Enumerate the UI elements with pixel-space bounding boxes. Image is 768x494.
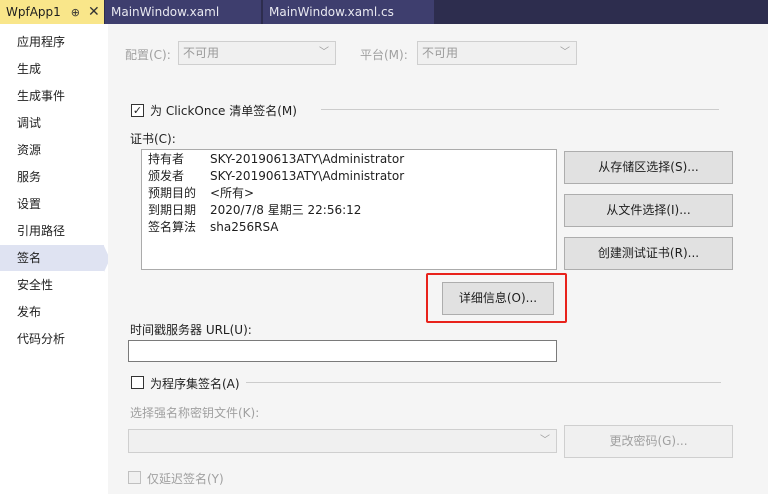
- chevron-down-icon: ﹀: [560, 47, 570, 58]
- sidebar-item-build-events[interactable]: 生成事件: [0, 83, 104, 109]
- chevron-down-icon: ﹀: [319, 47, 329, 58]
- sidebar-item-settings[interactable]: 设置: [0, 191, 104, 217]
- certificate-value: sha256RSA: [210, 220, 279, 234]
- certificate-details-box: 持有者 SKY-20190613ATY\Administrator 颁发者 SK…: [141, 149, 557, 270]
- configuration-label: 配置(C):: [125, 48, 171, 62]
- tab-mainwindow-xaml-cs[interactable]: MainWindow.xaml.cs: [263, 0, 434, 24]
- delay-sign-label: 仅延迟签名(Y): [147, 472, 224, 486]
- sidebar-item-label: 生成事件: [17, 89, 66, 103]
- platform-combo[interactable]: 不可用 ﹀: [417, 41, 577, 65]
- sidebar-item-label: 安全性: [17, 278, 54, 292]
- signing-page: 配置(C): 不可用 ﹀ 平台(M): 不可用 ﹀ ✓ 为 ClickOnce …: [108, 24, 768, 494]
- clickonce-divider: [321, 109, 719, 110]
- sidebar-item-label: 设置: [17, 197, 42, 211]
- sidebar-item-debug[interactable]: 调试: [0, 110, 104, 136]
- sidebar-item-resources[interactable]: 资源: [0, 137, 104, 163]
- sidebar-item-build[interactable]: 生成: [0, 56, 104, 82]
- sidebar-item-signing[interactable]: 签名: [0, 245, 104, 271]
- clickonce-sign-label: 为 ClickOnce 清单签名(M): [150, 104, 297, 118]
- tab-mainwindow-xaml[interactable]: MainWindow.xaml: [105, 0, 261, 24]
- sidebar-item-reference-paths[interactable]: 引用路径: [0, 218, 104, 244]
- details-button[interactable]: 详细信息(O)...: [442, 282, 554, 315]
- tab-mainwindow-xaml-label: MainWindow.xaml: [111, 5, 220, 19]
- timestamp-url-label: 时间戳服务器 URL(U):: [130, 323, 252, 337]
- sidebar-item-label: 生成: [17, 62, 42, 76]
- certificate-value: <所有>: [210, 186, 255, 200]
- sidebar-item-label: 调试: [17, 116, 42, 130]
- sidebar-item-label: 签名: [17, 251, 42, 265]
- certificate-value: SKY-20190613ATY\Administrator: [210, 169, 405, 183]
- certificate-key: 颁发者: [148, 169, 185, 183]
- platform-label: 平台(M):: [360, 48, 408, 62]
- certificate-value: 2020/7/8 星期三 22:56:12: [210, 203, 362, 217]
- sign-assembly-label: 为程序集签名(A): [150, 377, 240, 391]
- sign-assembly-checkbox[interactable]: [131, 376, 144, 389]
- pin-icon[interactable]: ⊕: [71, 6, 80, 19]
- sidebar-item-security[interactable]: 安全性: [0, 272, 104, 298]
- timestamp-url-input[interactable]: [128, 340, 557, 362]
- certificate-key: 持有者: [148, 152, 185, 166]
- sidebar-item-publish[interactable]: 发布: [0, 299, 104, 325]
- select-from-file-button[interactable]: 从文件选择(I)...: [564, 194, 733, 227]
- close-icon[interactable]: ✕: [88, 4, 100, 20]
- create-test-certificate-button[interactable]: 创建测试证书(R)...: [564, 237, 733, 270]
- chevron-down-icon: ﹀: [540, 435, 550, 446]
- sidebar-item-application[interactable]: 应用程序: [0, 29, 104, 55]
- sidebar-item-label: 代码分析: [17, 332, 66, 346]
- platform-value: 不可用: [422, 46, 459, 60]
- sidebar-item-label: 引用路径: [17, 224, 66, 238]
- clickonce-sign-checkbox[interactable]: ✓: [131, 104, 144, 117]
- sidebar-item-label: 应用程序: [17, 35, 66, 49]
- strong-name-key-label: 选择强名称密钥文件(K):: [130, 406, 260, 420]
- sidebar-item-label: 资源: [17, 143, 42, 157]
- assembly-divider: [246, 382, 721, 383]
- certificate-key: 到期日期: [148, 203, 197, 217]
- strong-name-key-combo[interactable]: ﹀: [128, 429, 557, 453]
- tab-wpfapp1-label: WpfApp1: [6, 5, 61, 19]
- sidebar-item-services[interactable]: 服务: [0, 164, 104, 190]
- property-sidebar: 应用程序 生成 生成事件 调试 资源 服务 设置 引用路径 签名 安全性 发布 …: [0, 24, 108, 494]
- certificate-value: SKY-20190613ATY\Administrator: [210, 152, 405, 166]
- sidebar-item-label: 发布: [17, 305, 42, 319]
- certificate-key: 预期目的: [148, 186, 197, 200]
- certificate-label: 证书(C):: [130, 132, 176, 146]
- sidebar-item-code-analysis[interactable]: 代码分析: [0, 326, 104, 352]
- change-password-button[interactable]: 更改密码(G)...: [564, 425, 733, 458]
- sidebar-item-label: 服务: [17, 170, 42, 184]
- certificate-key: 签名算法: [148, 220, 197, 234]
- tab-wpfapp1[interactable]: WpfApp1 ⊕ ✕: [0, 0, 104, 24]
- configuration-value: 不可用: [183, 46, 220, 60]
- configuration-combo[interactable]: 不可用 ﹀: [178, 41, 336, 65]
- select-from-store-button[interactable]: 从存储区选择(S)...: [564, 151, 733, 184]
- delay-sign-checkbox[interactable]: [128, 471, 141, 484]
- tab-mainwindow-xaml-cs-label: MainWindow.xaml.cs: [269, 5, 394, 19]
